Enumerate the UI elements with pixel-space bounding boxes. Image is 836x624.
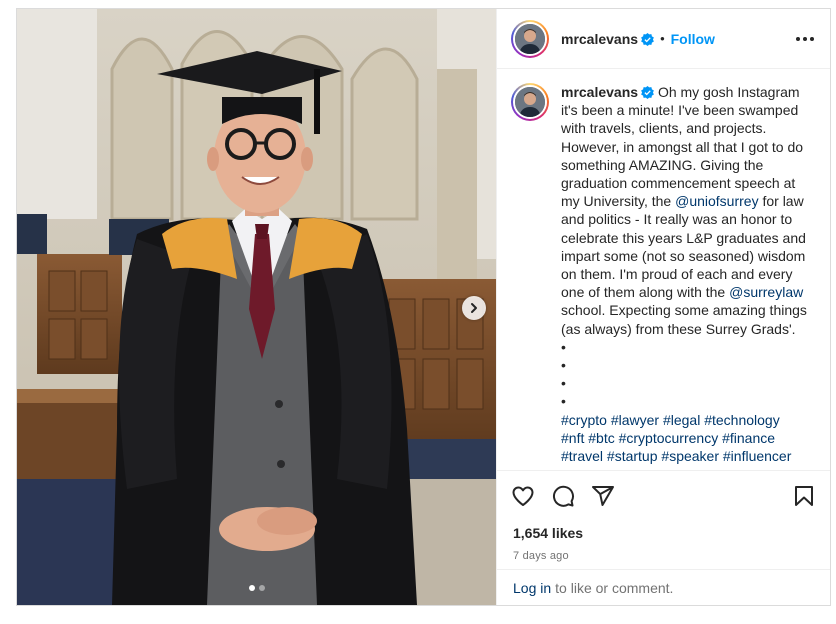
mention-link[interactable]: @surreylaw — [729, 284, 803, 300]
comment-icon[interactable] — [551, 484, 575, 508]
likes-count[interactable]: 1,654 likes — [497, 521, 830, 541]
hashtag-link[interactable]: #cryptocurrency — [619, 430, 719, 446]
post-side-panel: mrcalevans • Follow mrcalevans Oh my gos… — [496, 9, 830, 605]
caption-body-3: school. Expecting some amazing things (a… — [561, 302, 807, 337]
hashtag-link[interactable]: #nft — [561, 430, 584, 446]
caption-username[interactable]: mrcalevans — [561, 84, 638, 100]
hashtag-link[interactable]: #btc — [588, 430, 614, 446]
next-image-button[interactable] — [462, 296, 486, 320]
hashtag-link[interactable]: #technology — [704, 412, 780, 428]
share-icon[interactable] — [591, 484, 615, 508]
heart-icon[interactable] — [511, 484, 535, 508]
caption-bullet: • — [561, 338, 566, 355]
caption-body-1: Oh my gosh Instagram it's been a minute!… — [561, 84, 804, 210]
carousel-dot-active — [248, 585, 255, 591]
mention-link[interactable]: @uniofsurrey — [675, 193, 758, 209]
login-prompt: Log in to like or comment. — [497, 569, 830, 605]
more-options-icon[interactable] — [796, 36, 814, 41]
bookmark-icon[interactable] — [792, 484, 816, 508]
hashtag-line: #travel #startup #speaker #influencer — [561, 447, 816, 465]
hashtag-line: #nft #btc #cryptocurrency #finance — [561, 429, 816, 447]
graduation-photo — [17, 9, 496, 605]
caption-text: mrcalevans Oh my gosh Instagram it's bee… — [561, 83, 816, 470]
caption-area: mrcalevans Oh my gosh Instagram it's bee… — [497, 69, 830, 471]
hashtag-link[interactable]: #legal — [663, 412, 700, 428]
header-username[interactable]: mrcalevans — [561, 31, 654, 47]
hashtag-link[interactable]: #finance — [722, 430, 775, 446]
post-media[interactable] — [17, 9, 496, 605]
profile-avatar[interactable] — [511, 19, 549, 58]
login-prompt-text: to like or comment. — [555, 579, 674, 596]
verified-badge-icon — [641, 32, 654, 46]
avatar-image — [515, 23, 545, 54]
hashtag-link[interactable]: #lawyer — [611, 412, 659, 428]
header-separator: • — [660, 31, 665, 46]
avatar-image — [515, 87, 545, 117]
action-bar — [497, 471, 830, 521]
caption-avatar[interactable] — [511, 83, 549, 121]
hashtag-link[interactable]: #speaker — [661, 448, 719, 464]
hashtag-link[interactable]: #influencer — [723, 448, 792, 464]
login-link[interactable]: Log in — [513, 580, 551, 596]
caption-bullet: • — [561, 357, 566, 374]
follow-button[interactable]: Follow — [671, 31, 715, 47]
verified-badge-icon — [641, 86, 654, 99]
caption-bullet: • — [561, 393, 566, 410]
hashtag-line: #crypto #lawyer #legal #technology — [561, 411, 816, 429]
instagram-post: mrcalevans • Follow mrcalevans Oh my gos… — [16, 8, 831, 606]
hashtag-link[interactable]: #travel — [561, 448, 603, 464]
hashtag-link[interactable]: #crypto — [561, 412, 607, 428]
hashtag-link[interactable]: #startup — [607, 448, 658, 464]
chevron-right-icon — [471, 303, 477, 313]
post-header: mrcalevans • Follow — [497, 9, 830, 69]
caption-bullet: • — [561, 375, 566, 392]
carousel-dot — [258, 585, 265, 591]
carousel-indicator — [17, 585, 496, 591]
post-date[interactable]: 7 days ago — [497, 541, 830, 562]
